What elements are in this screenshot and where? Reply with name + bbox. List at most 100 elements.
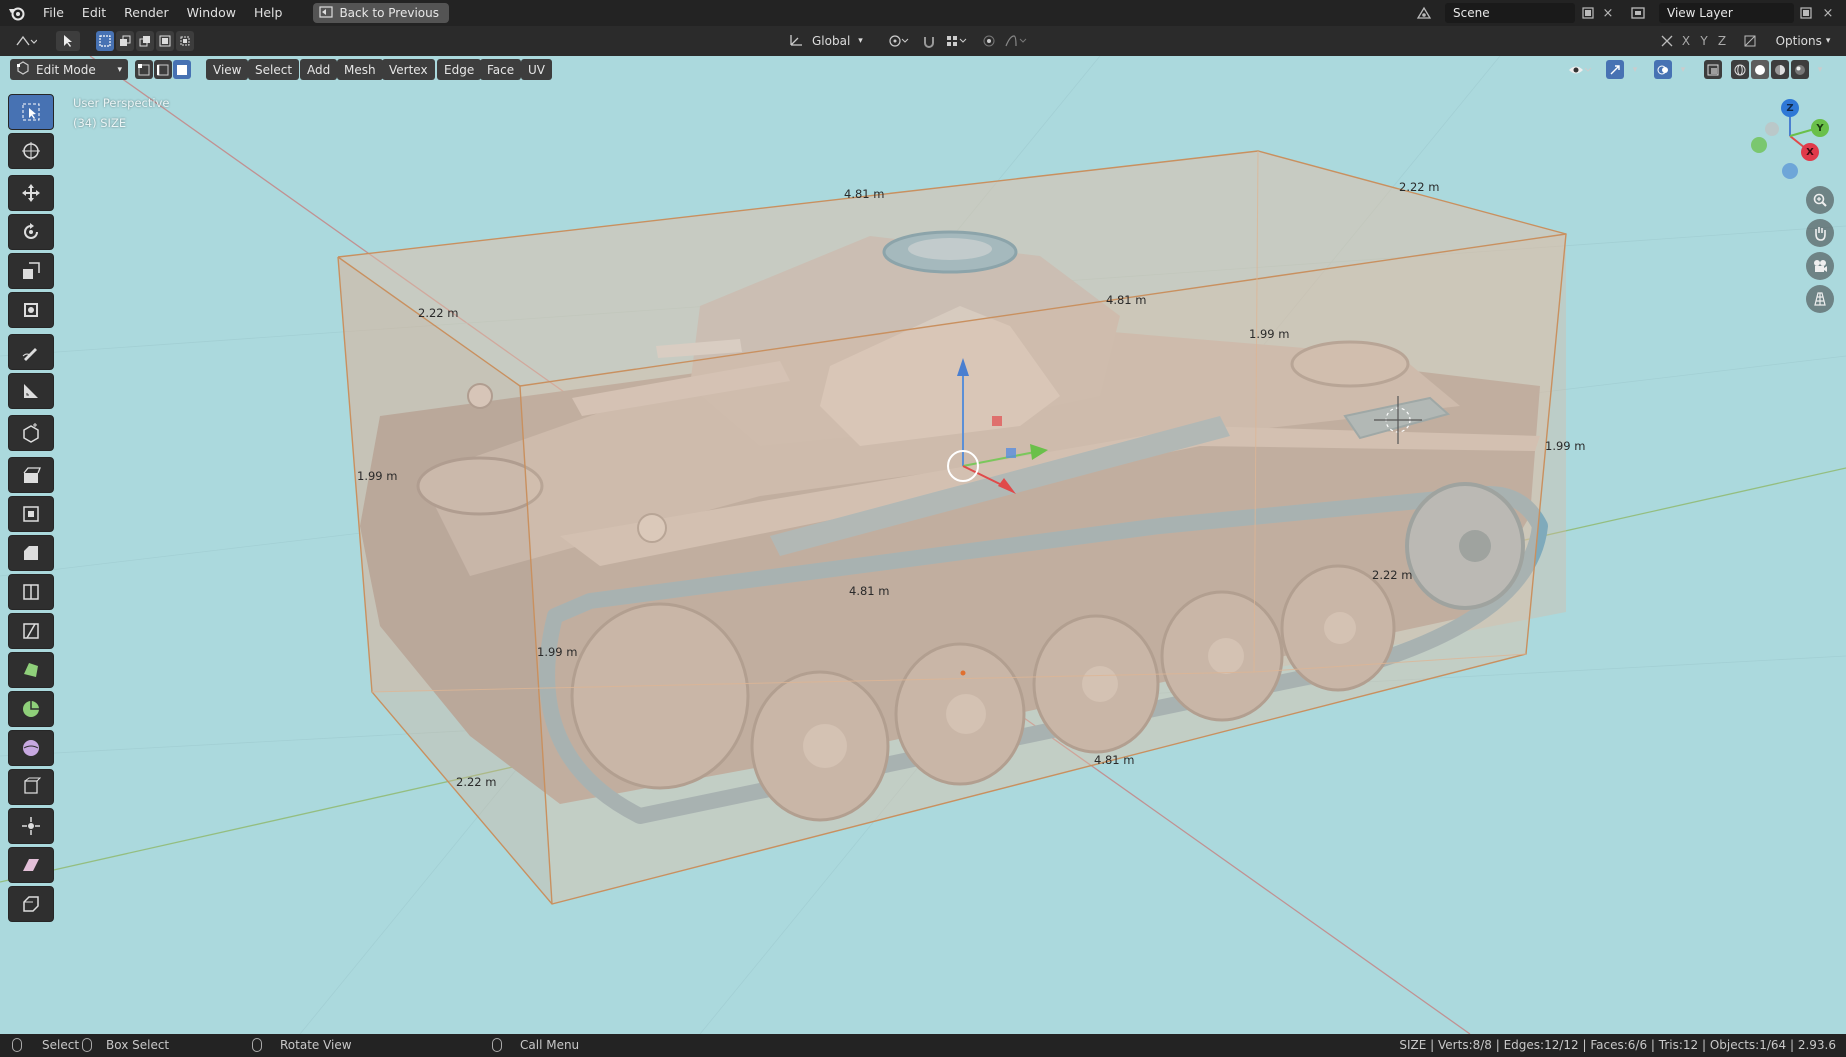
orientation-label: Global [812,34,851,48]
vertex-select-mode-icon[interactable] [135,60,153,79]
editor-type-icon[interactable] [8,31,44,51]
view-layer-name-field[interactable]: View Layer [1659,3,1794,23]
scene-name-field[interactable]: Scene [1445,3,1575,23]
knife-tool-icon[interactable] [8,613,54,649]
inset-tool-icon[interactable] [8,496,54,532]
menu-edit[interactable]: Edit [73,0,115,26]
mirror-x-toggle[interactable]: X [1678,31,1694,51]
scene-statistics: SIZE | Verts:8/8 | Edges:12/12 | Faces:6… [1399,1038,1836,1052]
blender-logo-icon[interactable] [0,0,34,26]
delete-scene-icon[interactable]: × [1598,3,1618,23]
select-mode-subtract-icon[interactable] [136,31,154,51]
menu-face[interactable]: Face [480,59,522,80]
pivot-point-icon[interactable] [882,31,914,51]
zoom-icon[interactable] [1806,186,1834,214]
transform-orientation-dropdown[interactable]: Global ▾ [788,31,882,51]
chevron-down-icon[interactable]: ▾ [1626,60,1644,79]
mirror-z-toggle[interactable]: Z [1714,31,1730,51]
mouse-right-icon [492,1038,502,1052]
scale-tool-icon[interactable] [8,253,54,289]
xray-toggle-icon[interactable] [1704,60,1722,79]
new-scene-icon[interactable] [1578,3,1598,23]
rotate-tool-icon[interactable] [8,214,54,250]
dimension-label: 4.81 m [1106,293,1147,307]
annotate-tool-icon[interactable] [8,334,54,370]
shear-tool-icon[interactable] [8,847,54,883]
solid-shading-icon[interactable] [1751,60,1769,79]
back-icon [319,5,334,21]
poly-build-tool-icon[interactable] [8,652,54,688]
rendered-shading-icon[interactable] [1791,60,1809,79]
add-cube-tool-icon[interactable] [8,415,54,451]
select-mode-intersect-icon[interactable] [176,31,194,51]
transform-tool-icon[interactable] [8,292,54,328]
extrude-tool-icon[interactable] [8,457,54,493]
delete-view-layer-icon[interactable]: × [1818,3,1838,23]
rip-region-tool-icon[interactable] [8,886,54,922]
snap-target-icon[interactable] [940,31,972,51]
status-call-menu-label: Call Menu [520,1038,580,1052]
spin-tool-icon[interactable] [8,691,54,727]
select-mode-invert-icon[interactable] [156,31,174,51]
scene-selector-icon[interactable] [1414,3,1434,23]
bevel-tool-icon[interactable] [8,535,54,571]
interaction-mode-dropdown[interactable]: Edit Mode ▾ [10,59,128,80]
new-view-layer-icon[interactable] [1796,3,1816,23]
tool-select-icon[interactable] [56,31,80,51]
top-menu-bar: File Edit Render Window Help Back to Pre… [0,0,1846,26]
view-layer-icon[interactable] [1628,3,1648,23]
status-rotate-view: Rotate View [252,1038,352,1052]
3d-viewport[interactable]: Z Y X Edit Mode ▾ View Select Add Mesh V… [0,56,1846,1034]
shrink-fatten-tool-icon[interactable] [8,808,54,844]
material-shading-icon[interactable] [1771,60,1789,79]
viewport-header: Edit Mode ▾ View Select Add Mesh Vertex … [0,56,1846,84]
measure-tool-icon[interactable] [8,373,54,409]
mirror-y-toggle[interactable]: Y [1696,31,1712,51]
menu-vertex[interactable]: Vertex [382,59,435,80]
mouse-drag-icon [82,1038,92,1052]
move-tool-icon[interactable] [8,175,54,211]
menu-uv[interactable]: UV [521,59,552,80]
menu-edge[interactable]: Edge [437,59,482,80]
snap-toggle-icon[interactable] [920,31,938,51]
menu-add[interactable]: Add [300,59,338,80]
gizmo-toggle-icon[interactable] [1606,60,1624,79]
cursor-tool-icon[interactable] [8,133,54,169]
mirror-options-icon[interactable] [1658,31,1676,51]
dimension-label: 2.22 m [1372,568,1413,582]
proportional-editing-icon[interactable] [980,31,998,51]
loop-cut-tool-icon[interactable] [8,574,54,610]
camera-view-icon[interactable] [1806,252,1834,280]
menu-help[interactable]: Help [245,0,292,26]
edge-select-mode-icon[interactable] [154,60,172,79]
back-to-previous-button[interactable]: Back to Previous [313,3,449,23]
menu-render[interactable]: Render [115,0,178,26]
proportional-falloff-icon[interactable] [1000,31,1032,51]
pan-hand-icon[interactable] [1806,219,1834,247]
gizmo-x-axis[interactable]: X [1801,143,1819,161]
dimension-label: 2.22 m [418,306,459,320]
gizmo-z-axis[interactable]: Z [1781,99,1799,117]
face-select-mode-icon[interactable] [173,60,191,79]
menu-window[interactable]: Window [178,0,245,26]
chevron-down-icon[interactable]: ▾ [1811,60,1829,79]
menu-select[interactable]: Select [248,59,300,80]
chevron-down-icon[interactable]: ▾ [1674,60,1692,79]
menu-mesh[interactable]: Mesh [337,59,383,80]
smooth-tool-icon[interactable] [8,730,54,766]
options-dropdown[interactable]: Options ▾ [1768,31,1838,51]
select-box-tool-icon[interactable] [8,94,54,130]
menu-view[interactable]: View [206,59,249,80]
select-mode-new-icon[interactable] [96,31,114,51]
visibility-eye-icon[interactable] [1564,60,1596,79]
gizmo-y-axis[interactable]: Y [1811,119,1829,137]
tool-shelf [8,94,54,925]
dimension-label: 2.22 m [1399,180,1440,194]
select-mode-extend-icon[interactable] [116,31,134,51]
auto-merge-icon[interactable] [1740,31,1760,51]
menu-file[interactable]: File [34,0,73,26]
edge-slide-tool-icon[interactable] [8,769,54,805]
perspective-toggle-icon[interactable] [1806,285,1834,313]
overlays-toggle-icon[interactable] [1654,60,1672,79]
wireframe-shading-icon[interactable] [1731,60,1749,79]
